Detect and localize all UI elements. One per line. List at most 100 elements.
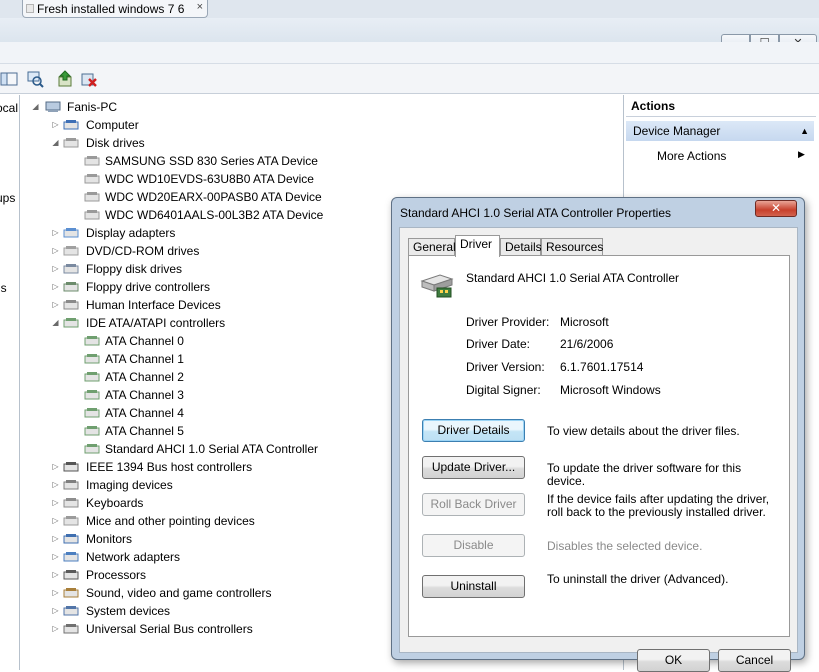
floppy-controller-icon [63,282,79,292]
tree-item-label: ATA Channel 1 [105,352,184,366]
collapsed-arrow-icon[interactable]: ▷ [51,566,60,584]
tree-item-label: Keyboards [86,496,144,510]
dialog-close-button[interactable]: ✕ [755,200,797,217]
browser-tab[interactable]: Fresh installed windows 7 6 × [22,0,208,18]
properties-dialog: Standard AHCI 1.0 Serial ATA Controller … [391,197,805,672]
controller-icon [84,390,100,400]
tab-resources[interactable]: Resources [541,238,603,256]
driver-provider-label: Driver Provider: [466,315,550,329]
actions-header: Actions [626,99,816,117]
expanded-arrow-icon[interactable]: ◢ [31,98,40,116]
processor-icon [63,570,79,580]
ok-button[interactable]: OK [637,649,710,672]
tree-item-label: Imaging devices [86,478,173,492]
collapsed-arrow-icon[interactable]: ▷ [51,548,60,566]
sound-icon [63,588,79,598]
window-titlebar: ▁ ☐ ✕ [0,18,819,58]
tree-item-label: Human Interface Devices [86,298,221,312]
tree-item-label: ATA Channel 5 [105,424,184,438]
uninstall-device-icon[interactable] [80,70,98,88]
tree-item-label: Standard AHCI 1.0 Serial ATA Controller [105,442,318,456]
tree-item-label: Monitors [86,532,133,546]
tree-item-label: Mice and other pointing devices [86,514,255,528]
collapsed-arrow-icon[interactable]: ▷ [51,620,60,638]
collapsed-arrow-icon[interactable]: ▷ [51,584,60,602]
driver-version-label: Driver Version: [466,360,545,374]
menu-bar [0,42,819,64]
update-driver-button[interactable]: Update Driver... [422,456,525,479]
update-driver-desc: To update the driver software for this d… [547,461,742,488]
tree-item-label: Processors [86,568,147,582]
roll-back-driver-button[interactable]: Roll Back Driver [422,493,525,516]
submenu-arrow-icon[interactable]: ▶ [798,149,805,160]
tab-general[interactable]: General [408,238,456,256]
console-tree-item[interactable]: ocal [0,101,18,115]
tree-item-label: WDC WD20EARX-00PASB0 ATA Device [105,190,322,204]
expanded-arrow-icon[interactable]: ◢ [51,134,60,152]
collapsed-arrow-icon[interactable]: ▷ [51,224,60,242]
show-hide-console-tree-icon[interactable] [0,70,18,88]
disk-drive-icon [84,192,100,202]
controller-icon [84,444,100,454]
collapse-up-icon[interactable]: ▲ [800,121,809,141]
tree-item-label: ATA Channel 3 [105,388,184,402]
expanded-arrow-icon[interactable]: ◢ [51,314,60,332]
tree-root-label: Fanis-PC [67,100,118,114]
disable-button[interactable]: Disable [422,534,525,557]
driver-details-desc: To view details about the driver files. [547,424,740,438]
dialog-body: General Driver Details Resources Standar… [399,227,798,672]
collapsed-arrow-icon[interactable]: ▷ [51,296,60,314]
floppy-icon [63,264,79,274]
disk-drive-icon [84,156,100,166]
page-icon [26,4,34,13]
display-adapter-icon [63,228,79,238]
dialog-title: Standard AHCI 1.0 Serial ATA Controller … [400,206,672,220]
disk-drive-icon [84,174,100,184]
network-icon [63,552,79,562]
tree-item-label: SAMSUNG SSD 830 Series ATA Device [105,154,318,168]
tab-driver[interactable]: Driver [455,235,500,257]
update-driver-icon[interactable] [57,70,75,88]
device-name: Standard AHCI 1.0 Serial ATA Controller [466,271,679,285]
collapsed-arrow-icon[interactable]: ▷ [51,242,60,260]
uninstall-button[interactable]: Uninstall [422,575,525,598]
tree-item-label: ATA Channel 2 [105,370,184,384]
roll-back-driver-desc: If the device fails after updating the d… [547,492,770,519]
collapsed-arrow-icon[interactable]: ▷ [51,116,60,134]
camera-icon [63,480,79,490]
cancel-button[interactable]: Cancel [718,649,791,672]
tree-item-label: IEEE 1394 Bus host controllers [86,460,253,474]
hid-icon [63,300,79,310]
tree-item-label: DVD/CD-ROM drives [86,244,200,258]
uninstall-desc: To uninstall the driver (Advanced). [547,572,729,586]
controller-icon [84,408,100,418]
collapsed-arrow-icon[interactable]: ▷ [51,530,60,548]
controller-icon [84,372,100,382]
collapsed-arrow-icon[interactable]: ▷ [51,278,60,296]
tree-item-label: Display adapters [86,226,176,240]
disk-drive-icon [63,138,79,148]
driver-date-label: Driver Date: [466,337,531,351]
computer-icon [63,120,79,130]
monitor-icon [63,534,79,544]
console-tree-item[interactable]: ups [0,191,15,205]
ieee1394-icon [63,462,79,472]
dvd-drive-icon [63,246,79,256]
collapsed-arrow-icon[interactable]: ▷ [51,602,60,620]
actions-section-device-manager[interactable]: Device Manager ▲ [626,121,814,141]
driver-details-button[interactable]: Driver Details [422,419,525,442]
controller-icon [63,318,79,328]
collapsed-arrow-icon[interactable]: ▷ [51,476,60,494]
tree-item-label: ATA Channel 0 [105,334,184,348]
scan-hardware-icon[interactable] [26,70,44,88]
tab-details[interactable]: Details [500,238,542,256]
tree-item-label: Computer [86,118,139,132]
collapsed-arrow-icon[interactable]: ▷ [51,512,60,530]
collapsed-arrow-icon[interactable]: ▷ [51,494,60,512]
close-tab-icon[interactable]: × [197,1,203,13]
collapsed-arrow-icon[interactable]: ▷ [51,260,60,278]
collapsed-arrow-icon[interactable]: ▷ [51,458,60,476]
console-tree-item[interactable]: ns [0,281,7,295]
more-actions-link[interactable]: More Actions [657,149,726,163]
console-tree-pane: ocal ups ns [0,95,20,670]
